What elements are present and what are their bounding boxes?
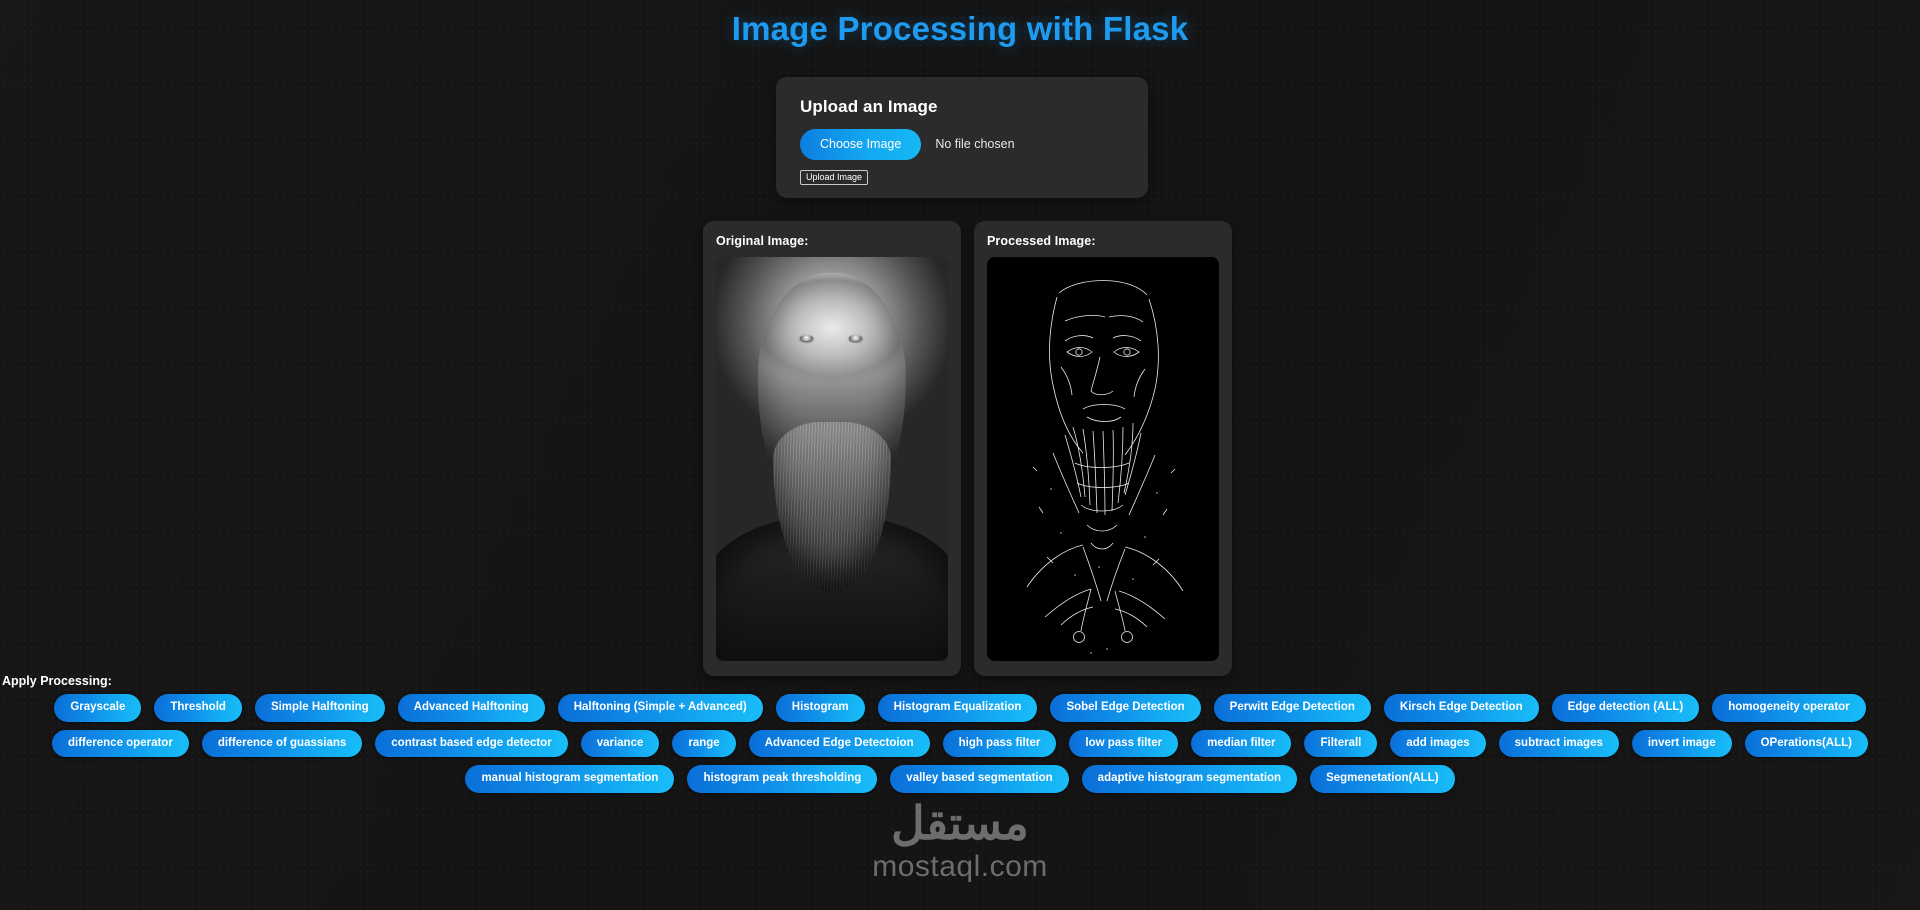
apply-processing-label: Apply Processing: <box>2 674 112 688</box>
processing-button-rows: Grayscale Threshold Simple Halftoning Advan… <box>0 694 1920 801</box>
portrait-eye-right <box>849 335 862 341</box>
processing-button[interactable]: invert image <box>1631 729 1732 757</box>
processing-button[interactable]: contrast based edge detector <box>375 729 568 757</box>
processing-button[interactable]: Histogram <box>775 694 865 722</box>
watermark: مستقل mostaql.com <box>0 800 1920 885</box>
upload-card: Upload an Image Choose Image No file cho… <box>776 77 1148 198</box>
processing-button-row-1: Grayscale Threshold Simple Halftoning Advan… <box>0 694 1920 722</box>
processing-button[interactable]: Edge detection (ALL) <box>1551 694 1700 722</box>
processed-image-label: Processed Image: <box>987 234 1096 248</box>
processing-button[interactable]: median filter <box>1191 729 1292 757</box>
processing-button[interactable]: add images <box>1390 729 1486 757</box>
processing-button[interactable]: Kirsch Edge Detection <box>1383 694 1539 722</box>
processing-button[interactable]: difference operator <box>52 729 189 757</box>
image-panels: Original Image: Processed Image: <box>703 221 1232 676</box>
processed-image-edges <box>987 257 1219 661</box>
processing-button[interactable]: Grayscale <box>54 694 142 722</box>
processing-button[interactable]: histogram peak thresholding <box>687 765 878 793</box>
portrait-eye-left <box>800 335 813 341</box>
processing-button[interactable]: difference of guassians <box>201 729 363 757</box>
original-image-frame <box>716 257 948 661</box>
processed-image-panel: Processed Image: <box>974 221 1232 676</box>
processing-button[interactable]: Segmenetation(ALL) <box>1310 765 1455 793</box>
original-image-label: Original Image: <box>716 234 809 248</box>
original-image-panel: Original Image: <box>703 221 961 676</box>
upload-heading: Upload an Image <box>800 97 938 116</box>
processing-button[interactable]: homogeneity operator <box>1712 694 1866 722</box>
processing-button[interactable]: manual histogram segmentation <box>465 765 675 793</box>
processing-button-row-3: manual histogram segmentation histogram p… <box>0 765 1920 793</box>
processing-button[interactable]: Perwitt Edge Detection <box>1213 694 1371 722</box>
processing-button[interactable]: range <box>672 729 736 757</box>
processing-button[interactable]: variance <box>580 729 660 757</box>
processing-button[interactable]: low pass filter <box>1069 729 1179 757</box>
choose-image-button[interactable]: Choose Image <box>800 129 922 160</box>
portrait-beard <box>773 422 891 592</box>
processing-button[interactable]: high pass filter <box>942 729 1057 757</box>
processing-button[interactable]: Sobel Edge Detection <box>1050 694 1201 722</box>
original-image-photo <box>716 257 948 661</box>
processing-button[interactable]: Advanced Halftoning <box>397 694 545 722</box>
processing-button[interactable]: Filterall <box>1304 729 1378 757</box>
watermark-latin: mostaql.com <box>872 850 1048 883</box>
app-page: Image Processing with Flask Upload an Im… <box>0 0 1920 910</box>
processing-button[interactable]: Simple Halftoning <box>254 694 385 722</box>
processing-button[interactable]: adaptive histogram segmentation <box>1081 765 1298 793</box>
file-status-text: No file chosen <box>935 137 1015 152</box>
processing-button[interactable]: Histogram Equalization <box>877 694 1038 722</box>
processed-image-frame <box>987 257 1219 661</box>
processing-button[interactable]: valley based segmentation <box>890 765 1069 793</box>
processing-button-row-2: difference operator difference of guassia… <box>0 729 1920 757</box>
upload-image-submit-button[interactable]: Upload Image <box>800 169 869 186</box>
processing-button[interactable]: Halftoning (Simple + Advanced) <box>557 694 763 722</box>
processing-button[interactable]: subtract images <box>1498 729 1619 757</box>
processing-button[interactable]: OPerations(ALL) <box>1744 729 1868 757</box>
processing-button[interactable]: Advanced Edge Detectoion <box>748 729 930 757</box>
watermark-arabic: مستقل <box>891 797 1029 849</box>
processing-button[interactable]: Threshold <box>154 694 242 722</box>
page-title: Image Processing with Flask <box>731 10 1189 47</box>
file-input-row: Choose Image No file chosen <box>800 129 1124 160</box>
